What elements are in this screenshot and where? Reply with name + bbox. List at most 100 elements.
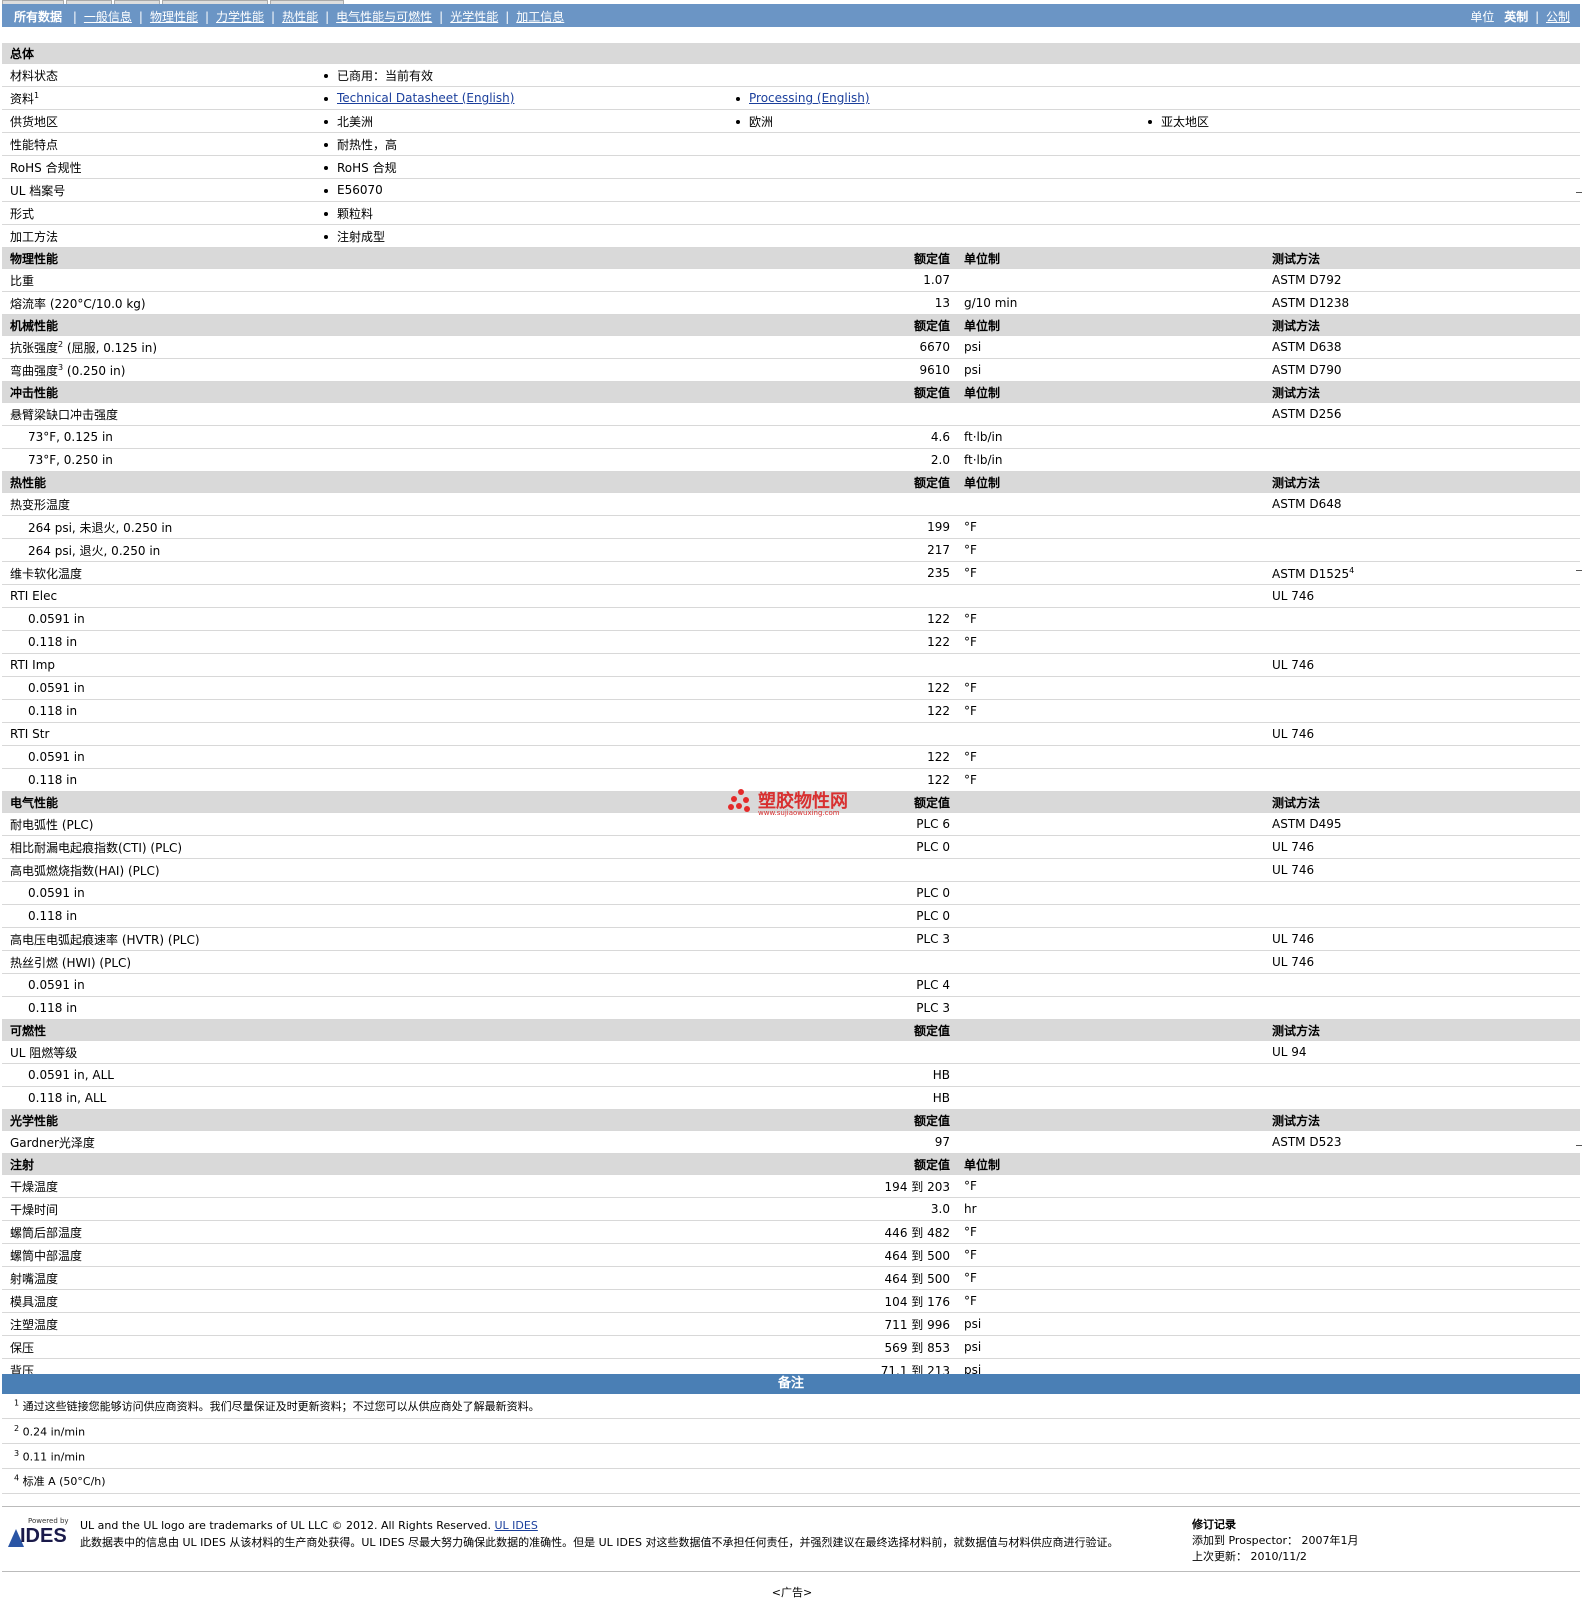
spacer-cell [1146,1243,1264,1267]
property-row: 264 psi, 退火, 0.250 in 217 °F [2,538,1581,562]
unit-metric-link[interactable]: 公制 [1546,10,1570,24]
col-unit-header [956,1019,1146,1041]
spacer-cell [1146,561,1264,585]
nominal-value: 122 [724,607,956,631]
property-label: 0.0591 in [2,676,724,700]
test-method [1264,904,1581,928]
bullet-icon [324,120,328,124]
property-label: 性能特点 [2,132,312,156]
property-label: 射嘴温度 [2,1266,724,1290]
value-text: E56070 [337,183,383,197]
ul-ides-link[interactable]: UL IDES [495,1519,538,1532]
general-row: 资料1 Technical Datasheet (English) Processi… [2,86,1581,110]
property-name: 73°F, 0.250 in [28,453,113,467]
spacer-cell [1146,1335,1264,1359]
nominal-value: 122 [724,699,956,723]
spacer-cell [1146,1086,1264,1110]
property-label: 0.0591 in [2,745,724,769]
nominal-value: 122 [724,745,956,769]
value-item: 颗粒料 [324,205,736,222]
section-title: 物理性能 [2,247,724,269]
property-row: 悬臂梁缺口冲击强度 ASTM D256 [2,402,1581,426]
tab-separator: | [505,10,510,24]
test-method-text: ASTM D495 [1272,817,1342,831]
property-name: UL 档案号 [10,183,66,198]
section-title: 冲击性能 [2,381,724,403]
col-method-header: 测试方法 [1264,471,1581,493]
unit-value [956,904,1146,928]
powered-by-text: Powered by [28,1517,69,1525]
property-row: 0.0591 in, ALL HB [2,1063,1581,1087]
bullet-icon [324,212,328,216]
test-method-text: ASTM D1525 [1272,566,1350,581]
property-row: 0.0591 in PLC 4 [2,973,1581,997]
property-label: RTI Str [2,722,724,746]
note-number: 1 [14,1398,20,1408]
datasheet-link[interactable]: Technical Datasheet (English) [337,91,514,105]
section-title: 电气性能 [2,791,724,813]
added-label: 添加到 Prospector： [1192,1534,1299,1547]
datasheet-link[interactable]: Processing (English) [749,91,870,105]
test-method-text: ASTM D1238 [1272,296,1350,310]
section-header-optical: 光学性能 额定值 测试方法 [2,1109,1581,1131]
nominal-value: 464 到 500 [724,1266,956,1290]
property-row: 干燥温度 194 到 203 °F [2,1174,1581,1198]
tab-5[interactable]: 光学性能 [450,10,498,24]
tab-4[interactable]: 电气性能与可燃性 [336,10,432,24]
test-method: ASTM D792 [1264,268,1581,292]
test-method: ASTM D1238 [1264,291,1581,315]
property-name: Gardner光泽度 [10,1135,95,1150]
tab-0[interactable]: 一般信息 [84,10,132,24]
property-row: RTI Imp UL 746 [2,653,1581,677]
property-label: 材料状态 [2,63,312,87]
section-tabs: 所有数据 | 一般信息 | 物理性能 | 力学性能 | 热性能 | 电气性能与可燃性 | 光学性能 | 加… [14,8,564,25]
test-method [1264,973,1581,997]
nominal-value [724,653,956,677]
property-label: 0.0591 in [2,973,724,997]
note-row: 3 0.11 in/min [2,1443,1580,1469]
tab-1[interactable]: 物理性能 [150,10,198,24]
spacer-cell [1146,768,1264,792]
property-row: 螺筒中部温度 464 到 500 °F [2,1243,1581,1267]
unit-value [956,835,1146,859]
tab-2[interactable]: 力学性能 [216,10,264,24]
property-label: 0.118 in [2,699,724,723]
tab-3[interactable]: 热性能 [282,10,318,24]
col-unit-header: 单位制 [956,247,1146,269]
nominal-value [724,492,956,516]
tab-6[interactable]: 加工信息 [516,10,564,24]
spacer-cell [1146,247,1264,269]
test-method [1264,699,1581,723]
property-label: 73°F, 0.250 in [2,448,724,472]
section-nav-bar: 所有数据 | 一般信息 | 物理性能 | 力学性能 | 热性能 | 电气性能与可燃性 | 光学性能 | 加… [2,4,1580,27]
spacer-cell [1146,653,1264,677]
col-method-header: 测试方法 [1264,1019,1581,1041]
property-label: 0.118 in [2,904,724,928]
disclaimer-text: 此数据表中的信息由 UL IDES 从该材料的生产商处获得。UL IDES 尽最… [80,1536,1119,1549]
value-item: 北美洲 [324,113,736,130]
property-row: 相比耐漏电起痕指数(CTI) (PLC) PLC 0 UL 746 [2,835,1581,859]
tab-all-data[interactable]: 所有数据 [14,10,62,24]
unit-value: °F [956,515,1146,539]
property-row: 0.118 in, ALL HB [2,1086,1581,1110]
spacer-cell [1146,1174,1264,1198]
property-name: 热变形温度 [10,497,71,512]
bullet-icon [1148,120,1152,124]
property-label: UL 档案号 [2,178,312,202]
bullet-icon [324,96,328,101]
unit-value [956,881,1146,905]
property-name: 加工方法 [10,229,59,244]
unit-value: ft·lb/in [956,448,1146,472]
nominal-value: HB [724,1086,956,1110]
tab-separator: | [138,10,143,24]
property-name: 弯曲强度 [10,363,59,378]
section-title: 机械性能 [2,314,724,336]
property-label: 悬臂梁缺口冲击强度 [2,402,724,426]
col-nominal-header: 额定值 [724,1019,956,1041]
value-item: E56070 [324,183,736,197]
unit-english[interactable]: 英制 [1504,10,1528,24]
property-values: 已商用：当前有效 [312,63,1581,87]
col-unit-header: 单位制 [956,1153,1146,1175]
unit-value [956,927,1146,951]
test-method: ASTM D648 [1264,492,1581,516]
